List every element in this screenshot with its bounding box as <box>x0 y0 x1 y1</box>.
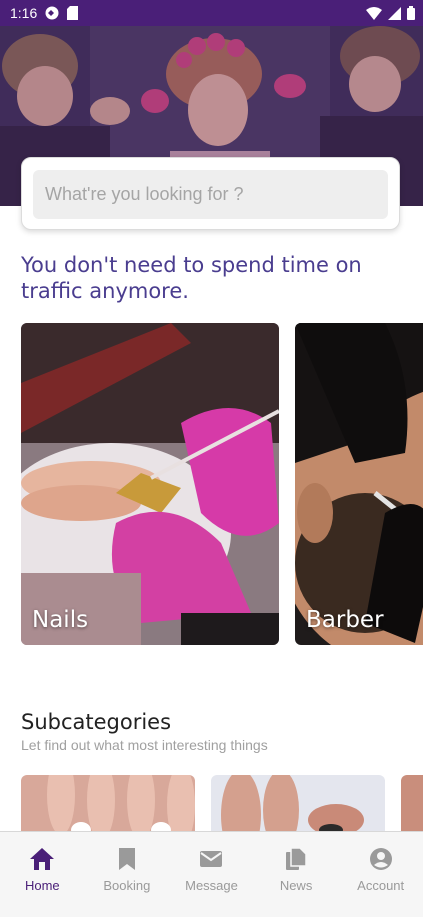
home-icon <box>29 847 55 871</box>
signal-icon <box>388 6 401 20</box>
account-icon <box>369 847 393 871</box>
nav-account[interactable]: Account <box>338 832 423 917</box>
sim-card-icon <box>67 6 79 20</box>
category-label: Nails <box>32 607 89 633</box>
nav-home[interactable]: Home <box>0 832 85 917</box>
nav-booking[interactable]: Booking <box>85 832 170 917</box>
search-card <box>21 157 400 230</box>
subcategory-carousel[interactable] <box>21 775 423 833</box>
category-label: Barber <box>306 607 384 633</box>
subcategories-title: Subcategories <box>21 710 172 734</box>
subcategory-card[interactable] <box>211 775 385 833</box>
status-time: 1:16 <box>10 5 38 21</box>
category-card-barber[interactable]: Barber <box>295 323 423 645</box>
battery-icon <box>407 6 415 20</box>
status-bar: 1:16 <box>0 0 423 26</box>
subcategory-card[interactable] <box>21 775 195 833</box>
headline: You don't need to spend time on traffic … <box>21 253 362 303</box>
nav-account-label: Account <box>357 878 405 893</box>
search-input[interactable] <box>33 170 388 219</box>
wifi-icon <box>366 6 382 20</box>
nav-news[interactable]: News <box>254 832 339 917</box>
media-icon <box>45 6 59 20</box>
subcategory-card[interactable] <box>401 775 423 833</box>
nav-news-label: News <box>279 878 313 893</box>
nav-message[interactable]: Message <box>169 832 254 917</box>
nav-home-label: Home <box>24 878 60 893</box>
category-card-nails[interactable]: Nails <box>21 323 279 645</box>
subcategories-description: Let find out what most interesting thing… <box>21 737 268 753</box>
documents-icon <box>285 847 307 871</box>
bottom-navigation: Home Booking Message News Account <box>0 831 423 917</box>
category-carousel[interactable]: Nails Barber <box>21 323 423 645</box>
nav-booking-label: Booking <box>103 878 151 893</box>
mail-icon <box>199 847 223 871</box>
bookmark-icon <box>118 847 136 871</box>
nav-message-label: Message <box>185 878 238 893</box>
